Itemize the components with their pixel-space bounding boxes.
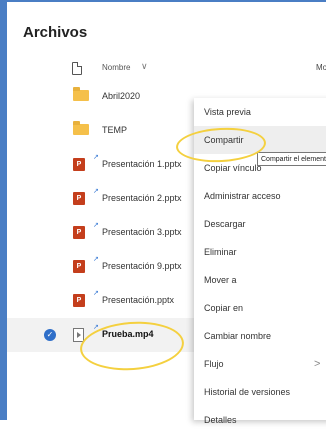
menu-item[interactable]: Cambiar nombre [194,322,326,350]
menu-item[interactable]: Detalles [194,406,326,434]
menu-item[interactable]: Copiar en [194,294,326,322]
menu-item[interactable]: Descargar [194,210,326,238]
folder-icon [73,121,89,135]
chevron-right-icon: > [314,358,321,370]
menu-item-label: Cambiar nombre [204,331,272,341]
menu-item-label: Vista previa [204,107,251,117]
file-name[interactable]: Presentación 1.pptx [102,159,182,169]
menu-item[interactable]: Mover a [194,266,326,294]
sync-icon: ↗ [93,188,99,195]
sync-icon: ↗ [93,324,99,331]
menu-item-label: Compartir [204,135,244,145]
menu-item-label: Eliminar [204,247,237,257]
sync-icon: ↗ [93,222,99,229]
file-name[interactable]: Presentación 9.pptx [102,261,182,271]
page-title: Archivos [23,24,88,41]
menu-item[interactable]: Vista previa [194,98,326,126]
menu-item-label: Detalles [204,415,237,425]
powerpoint-icon: P [73,192,88,205]
file-name[interactable]: Presentación.pptx [102,295,174,305]
sync-icon: ↗ [93,154,99,161]
column-header-row: Nombre ∨ Mod [7,60,326,80]
file-name[interactable]: Abril2020 [102,91,140,101]
menu-item-label: Copiar en [204,303,244,313]
powerpoint-icon: P [73,294,88,307]
menu-item-label: Administrar acceso [204,191,281,201]
menu-item[interactable]: Historial de versiones [194,378,326,406]
menu-item-label: Historial de versiones [204,387,291,397]
sync-icon: ↗ [93,256,99,263]
powerpoint-icon: P [73,260,88,273]
video-file-icon [73,328,84,342]
file-type-header-icon[interactable] [72,62,82,75]
menu-item[interactable]: Administrar acceso [194,182,326,210]
column-header-modified[interactable]: Mod [316,63,326,72]
powerpoint-icon: P [73,226,88,239]
column-header-name[interactable]: Nombre [102,63,130,72]
menu-item-label: Flujo [204,359,224,369]
menu-item[interactable]: Eliminar [194,238,326,266]
menu-item-label: Descargar [204,219,246,229]
file-name[interactable]: Prueba.mp4 [102,329,154,339]
menu-item[interactable]: Flujo > [194,350,326,378]
sync-icon: ↗ [93,290,99,297]
file-name[interactable]: Presentación 3.pptx [102,227,182,237]
menu-item-label: Mover a [204,275,237,285]
tooltip: Compartir el elemento [257,152,326,166]
menu-item[interactable]: Compartir [194,126,326,154]
powerpoint-icon: P [73,158,88,171]
context-menu: Vista previa Compartir Copiar vínculo Admin… [194,98,326,425]
folder-icon [73,87,89,101]
menu-item-label: Copiar vínculo [204,163,262,173]
chevron-down-icon[interactable]: ∨ [141,61,148,72]
check-icon[interactable]: ✓ [44,329,56,341]
file-name[interactable]: TEMP [102,125,127,135]
file-name[interactable]: Presentación 2.pptx [102,193,182,203]
